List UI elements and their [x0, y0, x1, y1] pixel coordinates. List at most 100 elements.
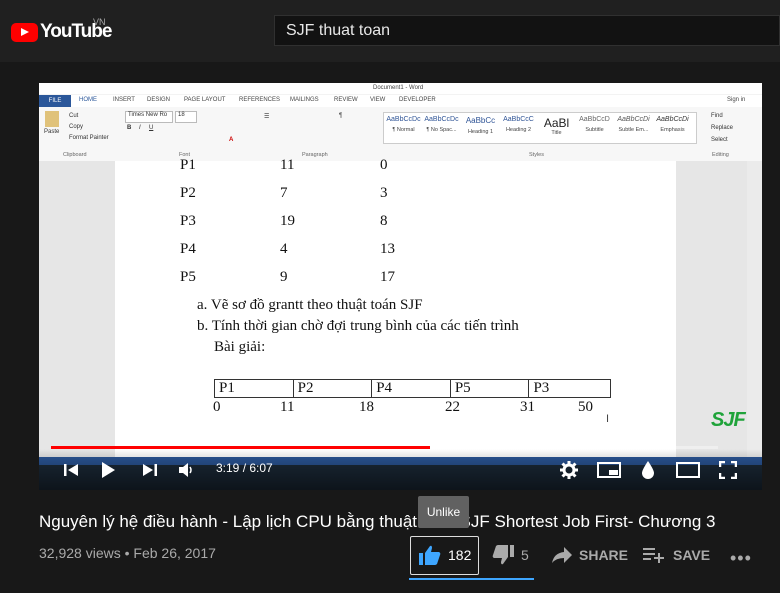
style-normal: AaBbCcDc ¶ Normal	[386, 116, 421, 133]
solution-heading: Bài giải:	[214, 339, 266, 355]
playlist-add-icon	[643, 548, 664, 563]
style-no-spacing: AaBbCcDc ¶ No Spac...	[424, 116, 459, 133]
font-name-field: Times New Ro	[125, 111, 173, 123]
word-tab-mailings: MAILINGS	[290, 97, 319, 103]
word-tab-file: FILE	[39, 95, 71, 107]
dislike-button[interactable]: 5	[490, 542, 534, 570]
volume-icon[interactable]	[178, 462, 196, 478]
row-4-process: P4	[180, 241, 196, 257]
gantt-cell: P1	[215, 380, 294, 397]
row-3-burst: 19	[280, 213, 295, 229]
row-1-burst: 11	[280, 157, 295, 173]
like-ratio-bar	[409, 578, 534, 580]
group-clipboard: Clipboard	[63, 152, 87, 158]
top-bar: YouTube VN SJF thuat toan	[0, 0, 780, 62]
word-tab-view: VIEW	[370, 97, 386, 103]
row-4-arrival: 13	[380, 241, 395, 257]
style-heading-1: AaBbCc Heading 1	[465, 116, 496, 135]
row-1-arrival: 0	[380, 157, 388, 173]
row-3-arrival: 8	[380, 213, 388, 229]
gantt-cell: P2	[294, 380, 373, 397]
time-display: 3:19 / 6:07	[216, 461, 273, 475]
theater-mode-icon[interactable]	[676, 462, 700, 478]
save-button[interactable]: SAVE	[643, 542, 713, 570]
youtube-play-icon	[11, 22, 38, 42]
word-tab-references: REFERENCES	[239, 97, 281, 103]
dislike-count: 5	[521, 547, 529, 563]
video-meta: 32,928 views • Feb 26, 2017	[39, 545, 216, 561]
font-size-field: 18	[175, 111, 197, 123]
bullets-icon: ☰	[264, 114, 270, 120]
play-icon[interactable]	[100, 461, 116, 479]
word-tab-page-layout: PAGE LAYOUT	[184, 97, 226, 103]
share-arrow-icon	[552, 547, 572, 563]
style-subtitle: AaBbCcD Subtitle	[579, 116, 610, 133]
gantt-tick: 0	[213, 399, 221, 415]
question-a: a. Vẽ sơ đồ grantt theo thuật toán SJF	[197, 297, 423, 313]
gantt-tick: 22	[445, 399, 460, 415]
gantt-tick: 31	[520, 399, 535, 415]
more-actions-icon[interactable]: •••	[730, 548, 752, 569]
fullscreen-icon[interactable]	[719, 461, 737, 479]
underline-icon: U	[149, 125, 154, 131]
gantt-tick: 18	[359, 399, 374, 415]
font-color-icon: A	[229, 137, 234, 143]
word-tab-review: REVIEW	[334, 97, 358, 103]
annotation-drop-icon[interactable]	[641, 460, 655, 480]
like-button[interactable]: 182	[410, 536, 479, 575]
group-paragraph: Paragraph	[302, 152, 328, 158]
format-painter-label: Format Painter	[69, 135, 109, 141]
unlike-tooltip: Unlike	[418, 496, 469, 528]
replace-label: Replace	[711, 125, 734, 131]
styles-gallery: AaBbCcDc ¶ Normal AaBbCcDc ¶ No Spac... Aa…	[383, 112, 697, 144]
gantt-cell: P4	[372, 380, 451, 397]
find-label: Find	[711, 113, 723, 119]
word-doc-title: Document1 - Word	[373, 85, 424, 91]
word-ribbon: Paste Cut Copy Format Painter Times New …	[39, 107, 762, 162]
row-5-process: P5	[180, 269, 196, 285]
word-tabs: FILE HOME INSERT DESIGN PAGE LAYOUT REFE…	[39, 95, 762, 107]
word-tab-developer: DEVELOPER	[399, 97, 436, 103]
share-label: SHARE	[579, 547, 629, 563]
progress-bar[interactable]	[51, 446, 718, 449]
word-scrollbar	[747, 161, 762, 490]
group-editing: Editing	[712, 152, 729, 158]
paste-label: Paste	[44, 129, 60, 135]
region-code: VN	[93, 17, 106, 27]
group-styles: Styles	[529, 152, 544, 158]
video-player[interactable]: Document1 - Word FILE HOME INSERT DESIGN…	[39, 83, 762, 490]
player-controls: 3:19 / 6:07	[39, 449, 762, 490]
word-tab-insert: INSERT	[113, 97, 135, 103]
previous-icon[interactable]	[63, 462, 79, 478]
gantt-cell: P5	[451, 380, 530, 397]
style-heading-2: AaBbCcC Heading 2	[503, 116, 534, 133]
gantt-chart: P1 P2 P4 P5 P3	[214, 379, 611, 398]
copy-label: Copy	[69, 124, 84, 130]
style-title: AaBl Title	[543, 116, 570, 136]
row-2-burst: 7	[280, 185, 288, 201]
row-2-process: P2	[180, 185, 196, 201]
select-label: Select	[711, 137, 728, 143]
text-cursor-icon: I	[606, 413, 610, 425]
question-b: b. Tính thời gian chờ đợi trung bình của…	[197, 318, 519, 334]
share-button[interactable]: SHARE	[551, 542, 629, 570]
thumbs-up-icon	[419, 545, 441, 565]
pilcrow-icon: ¶	[339, 113, 343, 119]
gantt-tick: 50	[578, 399, 593, 415]
row-4-burst: 4	[280, 241, 288, 257]
row-2-arrival: 3	[380, 185, 388, 201]
upload-date: Feb 26, 2017	[133, 545, 216, 561]
thumbs-down-icon	[492, 545, 514, 565]
youtube-logo[interactable]: YouTube VN	[11, 17, 112, 43]
like-count: 182	[448, 547, 472, 563]
search-input[interactable]: SJF thuat toan	[274, 15, 780, 46]
save-label: SAVE	[673, 547, 711, 563]
row-5-arrival: 17	[380, 269, 395, 285]
channel-watermark: SJF	[711, 409, 746, 431]
next-icon[interactable]	[142, 462, 158, 478]
settings-gear-icon[interactable]	[560, 461, 578, 479]
word-sign-in: Sign in	[727, 97, 746, 103]
word-title-bar: Document1 - Word	[39, 83, 762, 94]
miniplayer-icon[interactable]	[597, 462, 621, 478]
style-emphasis: AaBbCcDi Emphasis	[656, 116, 689, 133]
